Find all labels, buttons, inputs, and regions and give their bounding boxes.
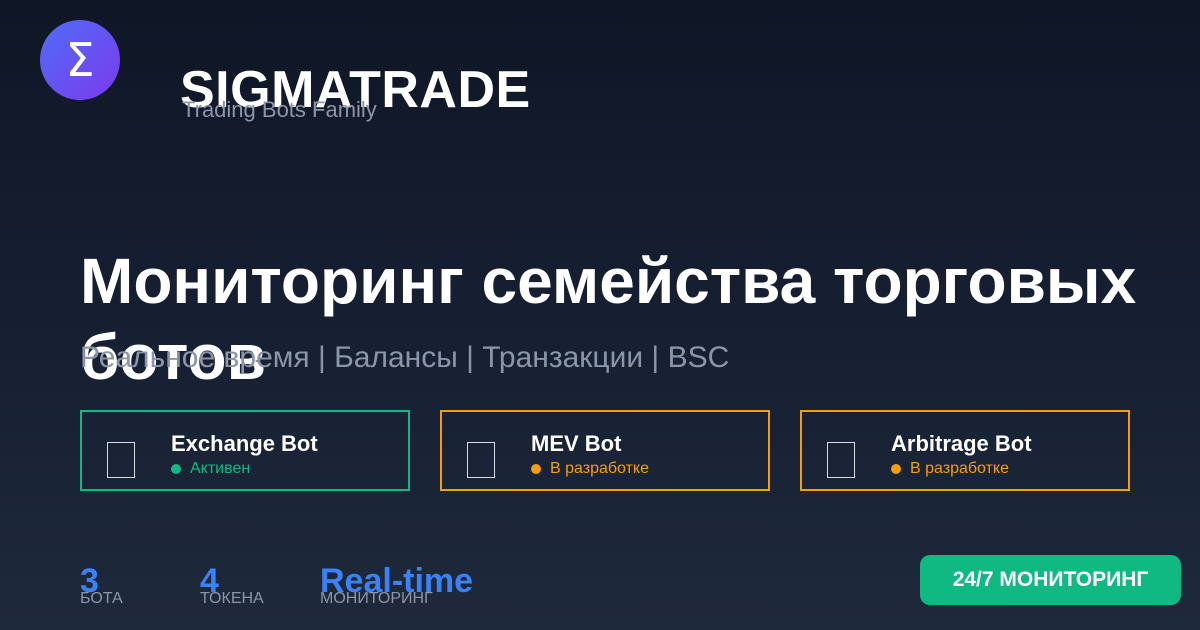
- monitoring-badge: 24/7 МОНИТОРИНГ: [920, 555, 1181, 605]
- bot-card-exchange[interactable]: Exchange Bot Активен: [80, 410, 410, 491]
- stat-tokens: 4 ТОКЕНА: [200, 562, 264, 607]
- bot-icon: [827, 442, 855, 478]
- stat-label: ТОКЕНА: [200, 590, 264, 607]
- bot-status: Активен: [171, 460, 250, 478]
- bot-card-arbitrage[interactable]: Arbitrage Bot В разработке: [800, 410, 1130, 491]
- bot-status: В разработке: [531, 460, 649, 478]
- status-dot-icon: [531, 464, 541, 474]
- stat-label: БОТА: [80, 590, 123, 607]
- sigma-icon: Σ: [40, 20, 120, 100]
- bot-icon: [107, 442, 135, 478]
- bot-status-label: В разработке: [550, 460, 649, 477]
- bot-name: Arbitrage Bot: [891, 431, 1032, 456]
- stat-realtime: Real-time МОНИТОРИНГ: [320, 562, 473, 607]
- stat-label: МОНИТОРИНГ: [320, 590, 433, 607]
- status-dot-icon: [171, 464, 181, 474]
- bot-status-label: В разработке: [910, 460, 1009, 477]
- bot-name: Exchange Bot: [171, 431, 318, 456]
- page-subtitle: Реальное время | Балансы | Транзакции | …: [80, 341, 730, 374]
- bot-status: В разработке: [891, 460, 1009, 478]
- bot-icon: [467, 442, 495, 478]
- bot-card-mev[interactable]: MEV Bot В разработке: [440, 410, 770, 491]
- bot-name: MEV Bot: [531, 431, 622, 456]
- brand-tagline: Trading Bots Family: [182, 97, 377, 122]
- bot-status-label: Активен: [190, 460, 251, 477]
- stat-bots: 3 БОТА: [80, 562, 123, 607]
- status-dot-icon: [891, 464, 901, 474]
